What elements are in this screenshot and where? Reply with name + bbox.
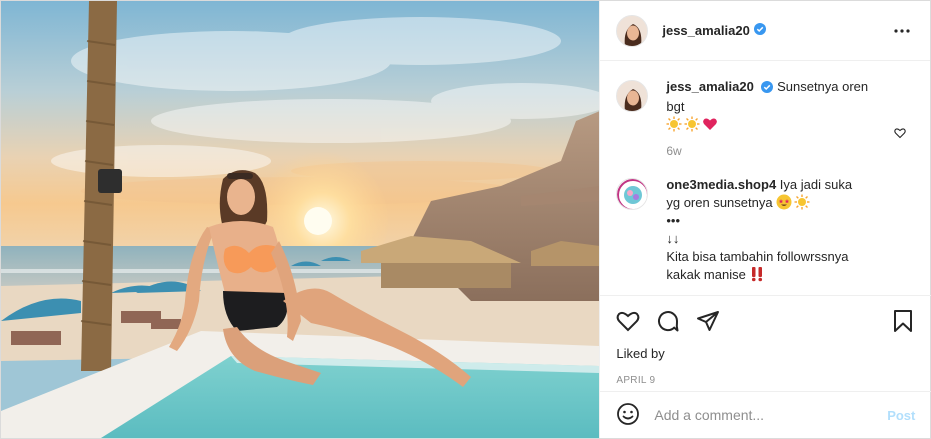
post-date[interactable]: APRIL 9 [616,375,915,386]
comment-line-1: Iya jadi suka [779,177,853,192]
comment-line-4: ↓↓ [666,231,680,246]
caption-avatar[interactable] [616,80,649,112]
header-username[interactable]: jess_amalia20 [662,23,749,38]
caption-time[interactable]: 6w [666,142,886,160]
commenter-avatar[interactable] [616,178,649,210]
avatar[interactable] [616,14,649,47]
comment-row: one3media.shop4 Iya jadi suka yg oren su… [616,176,915,284]
sun-emoji [794,194,810,210]
star-struck-emoji [776,194,792,210]
post-side-panel: jess_amalia20 jess_amalia20 Sunsetnya or… [599,1,931,438]
comment-line-5: Kita bisa tambahin followrssnya [666,249,849,264]
comment-input[interactable]: Add a comment... [654,407,887,423]
comment-line-2: yg oren sunsetnya [666,195,773,210]
post-header: jess_amalia20 [600,1,930,61]
small-heart-icon[interactable] [894,127,906,142]
bookmark-icon[interactable] [891,309,915,333]
verified-badge-icon [761,80,774,98]
double-exclamation-emoji [752,267,763,282]
commenter-username[interactable]: one3media.shop4 [666,177,776,192]
caption-username[interactable]: jess_amalia20 [666,79,753,94]
red-heart-emoji [703,118,718,130]
add-comment-bar: Add a comment... Post [600,391,931,438]
sun-emoji [684,116,700,132]
comment-line-6: kakak manise [666,267,746,282]
caption-row: jess_amalia20 Sunsetnya oren bgt 6w [616,78,915,160]
more-options-icon[interactable] [890,19,914,43]
caption-text: jess_amalia20 Sunsetnya oren bgt 6w [666,78,886,160]
liked-by-text[interactable]: Liked by [616,346,915,361]
paper-plane-icon[interactable] [696,309,720,333]
instagram-post: jess_amalia20 jess_amalia20 Sunsetnya or… [0,0,931,439]
smiley-icon[interactable] [616,402,640,429]
beach-sunset-photo [1,1,600,438]
heart-icon[interactable] [616,309,640,333]
post-button[interactable]: Post [887,408,915,423]
comments-list: jess_amalia20 Sunsetnya oren bgt 6w one3… [600,62,931,294]
post-actions: Liked by APRIL 9 [600,295,931,386]
comment-line-3: ••• [666,213,681,228]
verified-badge-icon [753,23,766,38]
sun-emoji [666,116,682,132]
post-photo[interactable] [1,1,600,438]
action-icons [616,296,915,346]
comment-bubble-icon[interactable] [656,309,680,333]
comment-text: one3media.shop4 Iya jadi suka yg oren su… [666,176,886,284]
